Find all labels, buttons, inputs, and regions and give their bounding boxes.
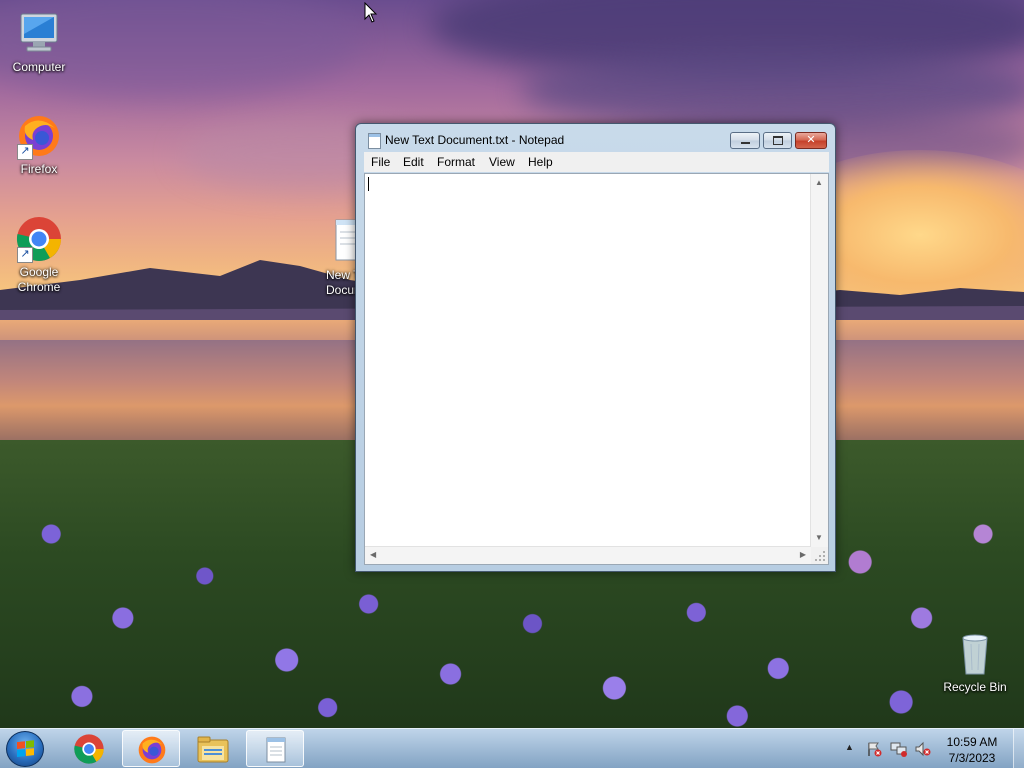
menu-file[interactable]: File	[371, 155, 390, 169]
menu-view[interactable]: View	[489, 155, 515, 169]
menu-help[interactable]: Help	[528, 155, 553, 169]
chrome-icon	[74, 734, 104, 764]
scroll-down-icon[interactable]: ▼	[815, 534, 823, 542]
taskbar-chrome[interactable]	[60, 730, 118, 767]
text-editor[interactable]: ▲ ▼ ◀ ▶	[364, 173, 829, 565]
maximize-icon	[772, 135, 783, 145]
desktop-icon-chrome[interactable]: ↗ Google Chrome	[1, 215, 77, 295]
clock-time: 10:59 AM	[946, 735, 998, 749]
desktop-icon-label: Computer	[12, 60, 66, 74]
taskbar: ▲ 10:59 AM 7/3/2023	[0, 728, 1024, 769]
recycle-bin-icon	[951, 630, 999, 678]
desktop-icon-computer[interactable]: Computer	[1, 10, 77, 75]
desktop-icon-firefox[interactable]: ↗ Firefox	[1, 112, 77, 177]
start-button[interactable]	[6, 731, 44, 767]
maximize-button[interactable]	[763, 132, 792, 149]
resize-grip-icon	[815, 551, 825, 561]
taskbar-firefox[interactable]	[122, 730, 180, 767]
clock-date: 7/3/2023	[948, 751, 996, 765]
chrome-icon: ↗	[15, 215, 63, 263]
firefox-icon: ↗	[15, 112, 63, 160]
notepad-icon	[368, 133, 381, 149]
firefox-icon	[138, 736, 166, 764]
desktop-icon-label: Firefox	[20, 162, 58, 176]
scroll-right-icon[interactable]: ▶	[800, 551, 806, 559]
system-clock[interactable]: 10:59 AM 7/3/2023	[936, 734, 1008, 766]
show-desktop-button[interactable]	[1013, 729, 1024, 769]
windows-logo-icon	[17, 740, 34, 757]
minimize-button[interactable]	[730, 132, 760, 149]
action-center-flag-icon[interactable]	[866, 741, 882, 757]
scroll-up-icon[interactable]: ▲	[815, 179, 823, 187]
resize-grip[interactable]	[811, 547, 828, 564]
window-title: New Text Document.txt - Notepad	[385, 133, 565, 147]
menu-edit[interactable]: Edit	[403, 155, 424, 169]
menu-bar: File Edit Format View Help	[364, 152, 829, 172]
mouse-cursor-icon	[364, 2, 378, 23]
network-icon[interactable]	[890, 741, 908, 757]
close-button[interactable]: ✕	[795, 132, 827, 149]
horizontal-scrollbar[interactable]: ◀ ▶	[365, 546, 811, 564]
desktop-icon-label: Recycle Bin	[943, 680, 1007, 694]
menu-format[interactable]: Format	[437, 155, 475, 169]
volume-muted-icon[interactable]	[914, 741, 932, 757]
taskbar-notepad[interactable]	[246, 730, 304, 767]
shortcut-arrow-icon: ↗	[17, 247, 33, 263]
desktop-icon-label: Google Chrome	[17, 265, 61, 294]
desktop-icon-recycle-bin[interactable]: Recycle Bin	[937, 630, 1013, 695]
show-hidden-icons-chevron-icon[interactable]: ▲	[845, 742, 854, 752]
minimize-icon	[740, 141, 750, 144]
notepad-icon	[266, 737, 286, 763]
title-bar[interactable]: New Text Document.txt - Notepad ✕	[356, 124, 835, 152]
shortcut-arrow-icon: ↗	[17, 144, 33, 160]
folder-icon	[197, 736, 229, 763]
taskbar-file-explorer[interactable]	[184, 730, 242, 767]
notepad-window[interactable]: New Text Document.txt - Notepad ✕ File E…	[355, 123, 836, 572]
text-caret	[368, 177, 369, 191]
computer-icon	[15, 10, 63, 58]
close-icon: ✕	[806, 134, 816, 146]
vertical-scrollbar[interactable]: ▲ ▼	[810, 174, 828, 547]
scroll-left-icon[interactable]: ◀	[370, 551, 376, 559]
